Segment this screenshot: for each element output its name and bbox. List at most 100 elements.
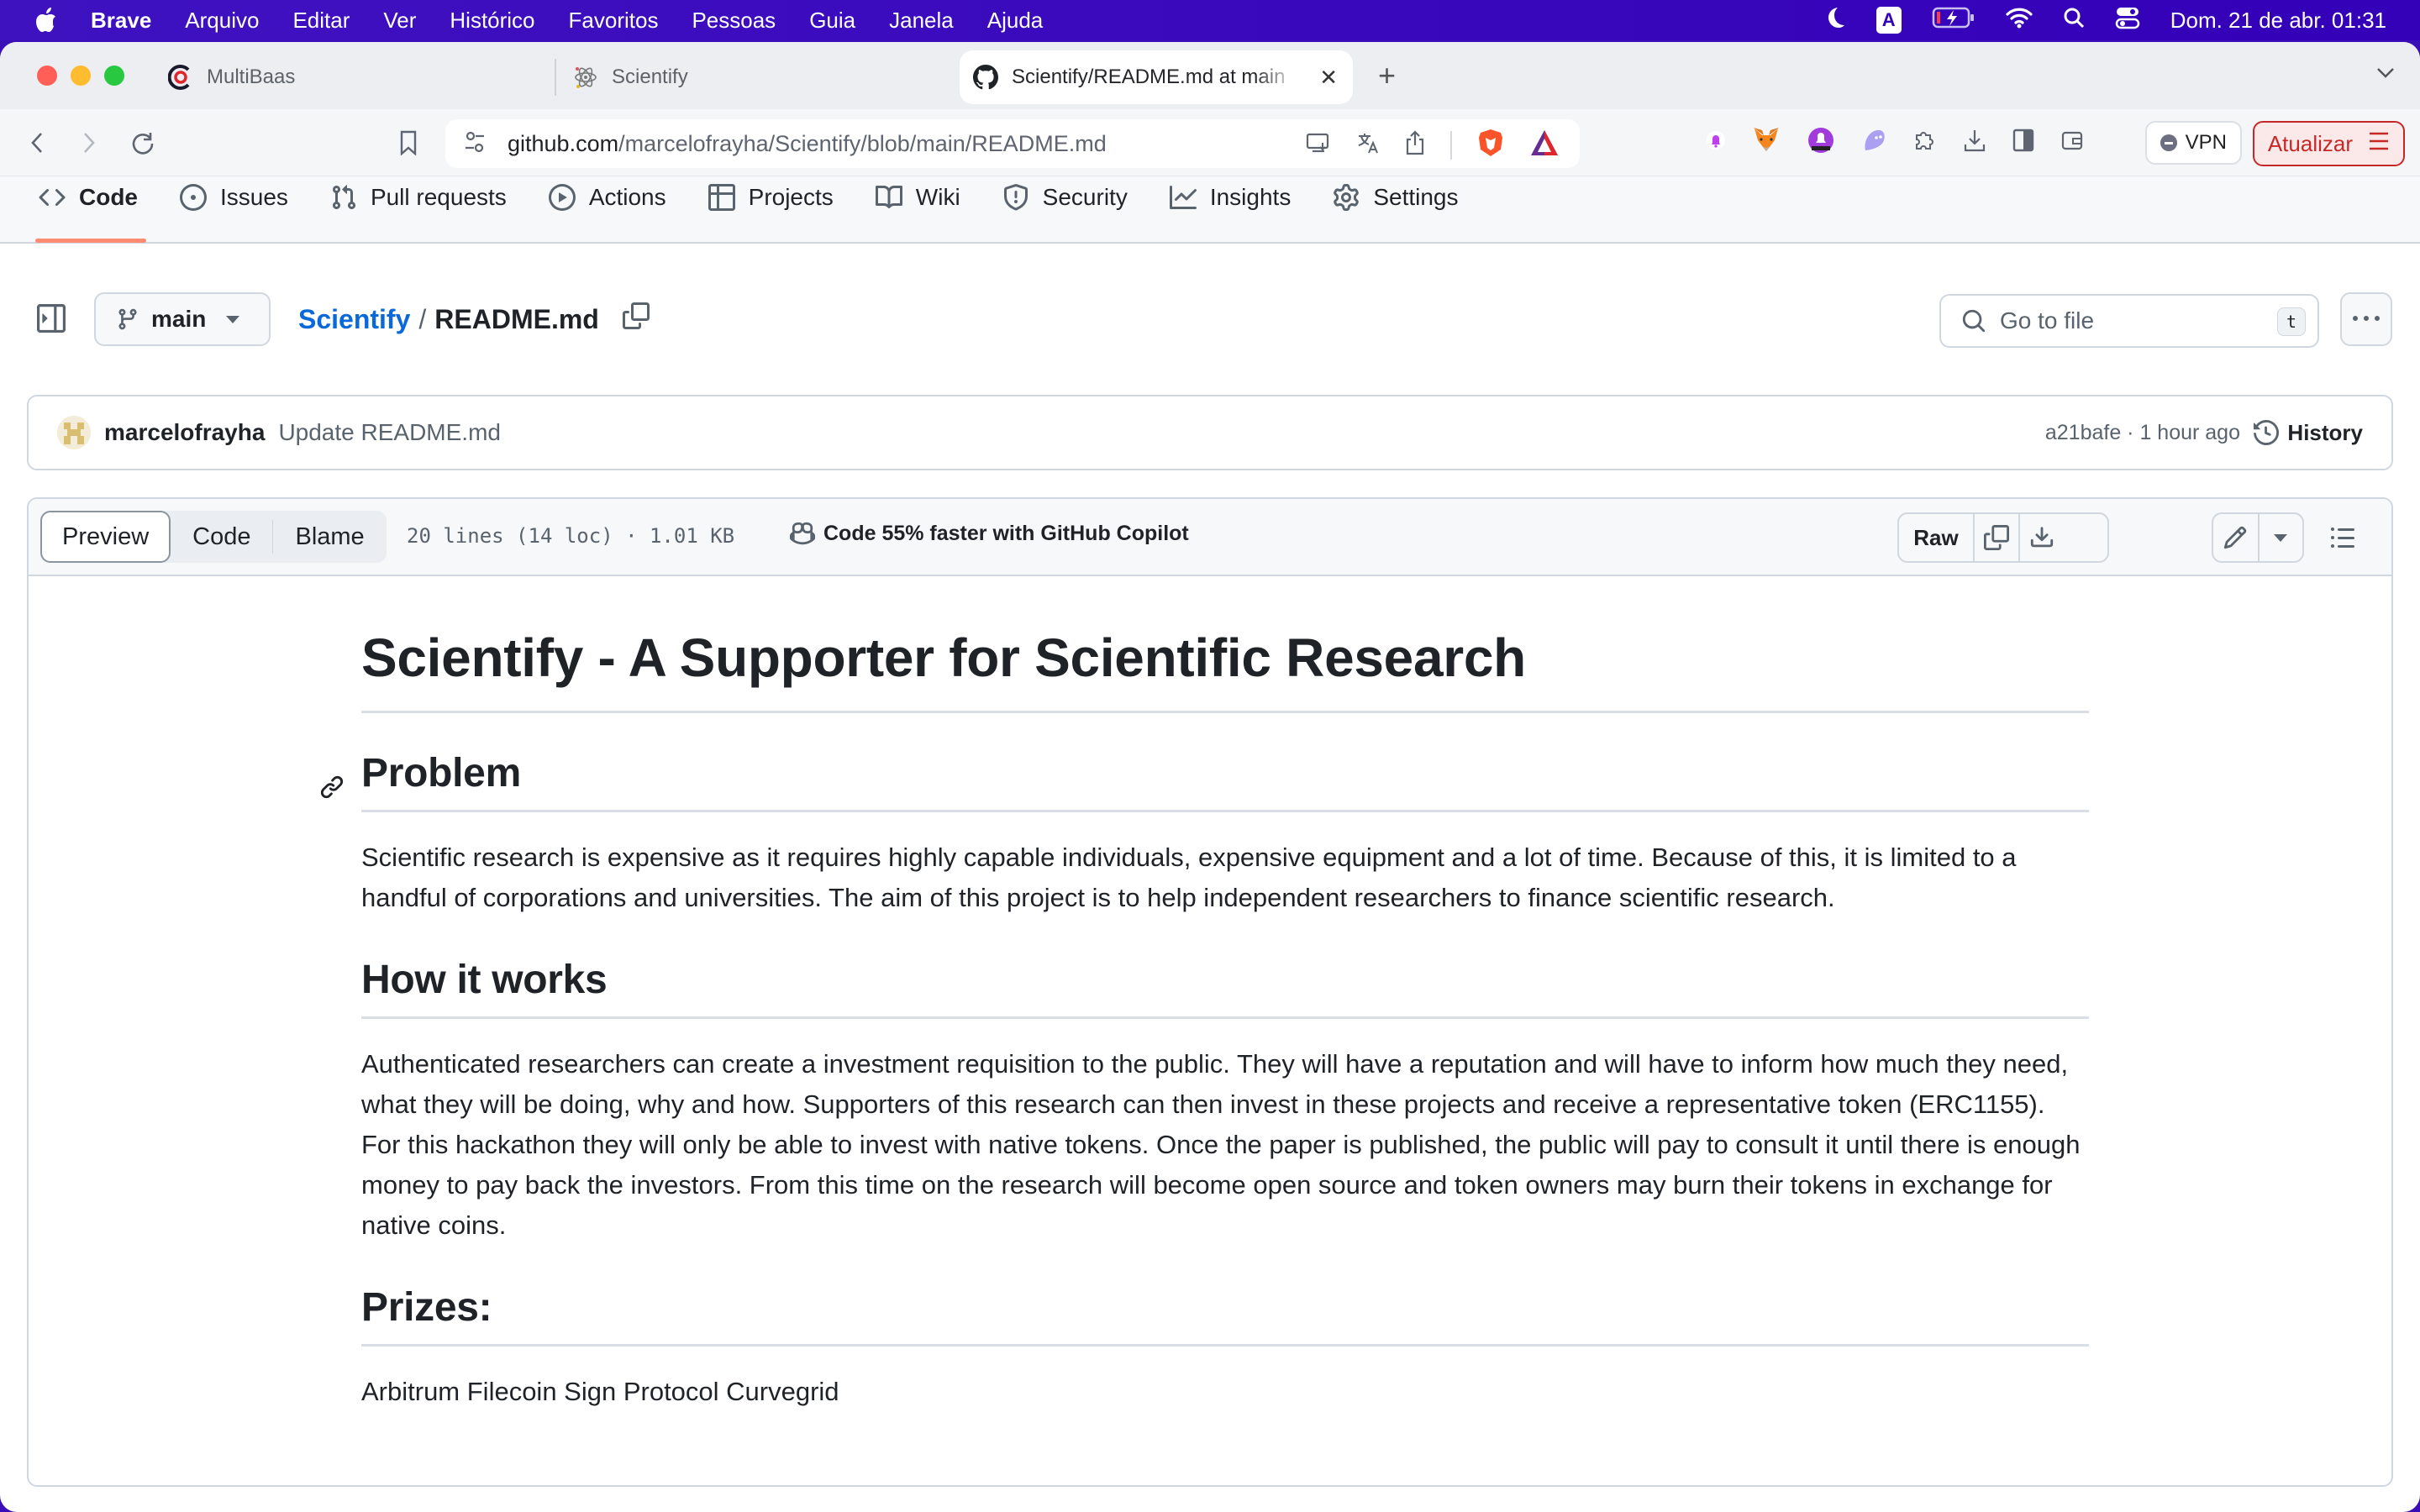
menu-janela[interactable]: Janela bbox=[889, 8, 954, 34]
bell-badge-extension-icon[interactable] bbox=[1807, 126, 1835, 159]
kebab-horizontal-icon bbox=[2353, 316, 2380, 321]
repo-tab-label: Code bbox=[79, 184, 138, 210]
close-tab-icon[interactable]: ✕ bbox=[1319, 65, 1338, 91]
menu-app-brave[interactable]: Brave bbox=[91, 8, 151, 34]
menu-guia[interactable]: Guia bbox=[809, 8, 855, 34]
repo-tab-code[interactable]: Code bbox=[35, 176, 146, 243]
raw-button-cell[interactable]: Raw bbox=[1899, 514, 1973, 561]
branch-selector[interactable]: main bbox=[94, 292, 271, 346]
repo-tab-issues[interactable]: Issues bbox=[180, 176, 288, 218]
wifi-icon[interactable] bbox=[2006, 7, 2033, 34]
history-button[interactable]: History bbox=[2254, 420, 2363, 446]
address-bar[interactable]: github.com/marcelofrayha/Scientify/blob/… bbox=[445, 119, 1580, 168]
repo-tab-insights[interactable]: Insights bbox=[1169, 176, 1291, 218]
heading-text: Problem bbox=[361, 751, 521, 795]
edit-options-dropdown[interactable] bbox=[2257, 514, 2302, 561]
forward-button[interactable] bbox=[74, 128, 104, 158]
ghost-extension-icon[interactable] bbox=[1860, 127, 1887, 158]
url-path: /marcelofrayha/Scientify/blob/main/READM… bbox=[618, 130, 1107, 156]
sidebar-toggle-icon[interactable] bbox=[2012, 128, 2035, 157]
menu-arquivo[interactable]: Arquivo bbox=[185, 8, 259, 34]
search-icon bbox=[1962, 309, 1986, 333]
history-label: History bbox=[2287, 419, 2363, 445]
vpn-button[interactable]: VPN bbox=[2144, 121, 2242, 165]
extensions-puzzle-icon[interactable] bbox=[1912, 128, 1938, 157]
repo-tab-pull-requests[interactable]: Pull requests bbox=[330, 176, 507, 218]
repo-tab-projects[interactable]: Projects bbox=[708, 176, 834, 218]
menubar-clock[interactable]: Dom. 21 de abr. 01:31 bbox=[2170, 8, 2386, 34]
brave-shields-icon[interactable] bbox=[1477, 128, 1504, 162]
downloads-icon[interactable] bbox=[1963, 128, 1986, 157]
copilot-icon bbox=[790, 522, 815, 545]
tab-multibaas[interactable]: MultiBaas bbox=[168, 50, 546, 104]
view-preview-button[interactable]: Preview bbox=[40, 511, 171, 563]
battery-icon[interactable] bbox=[1932, 7, 1975, 34]
tab-label: Scientify/README.md at main bbox=[1012, 66, 1286, 88]
update-button[interactable]: Atualizar bbox=[2252, 121, 2405, 166]
issue-icon bbox=[180, 184, 207, 211]
repo-tab-wiki[interactable]: Wiki bbox=[875, 176, 960, 218]
copy-raw-button[interactable] bbox=[1973, 514, 2018, 561]
repo-tab-label: Wiki bbox=[915, 184, 960, 210]
close-window-button[interactable] bbox=[37, 66, 57, 86]
share-icon[interactable] bbox=[1405, 130, 1425, 160]
tab-readme-active[interactable]: Scientify/README.md at main ✕ bbox=[960, 50, 1353, 104]
file-info: 20 lines (14 loc) · 1.01 KB bbox=[407, 524, 735, 548]
apple-menu-icon[interactable] bbox=[35, 8, 59, 33]
menu-editar[interactable]: Editar bbox=[292, 8, 350, 34]
brave-rewards-icon[interactable] bbox=[1529, 129, 1560, 161]
input-source-indicator[interactable]: A bbox=[1876, 7, 1902, 34]
window-controls bbox=[37, 66, 124, 86]
repo-tab-security[interactable]: Security bbox=[1002, 176, 1128, 218]
tab-list-chevron-icon[interactable] bbox=[2376, 62, 2395, 84]
menu-pessoas[interactable]: Pessoas bbox=[692, 8, 776, 34]
go-to-file-input[interactable]: Go to file t bbox=[1939, 294, 2319, 348]
breadcrumb-file: README.md bbox=[434, 303, 599, 334]
site-settings-icon[interactable] bbox=[464, 130, 486, 158]
menu-historico[interactable]: Histórico bbox=[450, 8, 534, 34]
status-area: A Dom. 21 de abr. 01:31 bbox=[1826, 0, 2386, 40]
download-raw-button[interactable] bbox=[2018, 514, 2064, 561]
bookmark-button[interactable] bbox=[393, 128, 424, 158]
copilot-promo-link[interactable]: Code 55% faster with GitHub Copilot bbox=[790, 521, 1189, 546]
view-code-button[interactable]: Code bbox=[171, 511, 272, 563]
expand-file-tree-button[interactable] bbox=[37, 304, 66, 337]
go-to-file-placeholder: Go to file bbox=[2000, 307, 2095, 333]
cast-icon[interactable] bbox=[1306, 132, 1331, 158]
url-text[interactable]: github.com/marcelofrayha/Scientify/blob/… bbox=[508, 131, 1107, 157]
menu-ver[interactable]: Ver bbox=[383, 8, 416, 34]
repo-tab-settings[interactable]: Settings bbox=[1333, 176, 1459, 218]
heading-link-icon[interactable] bbox=[319, 764, 345, 810]
new-tab-button[interactable]: + bbox=[1378, 59, 1396, 92]
section-heading-prizes: Prizes: bbox=[361, 1284, 2089, 1347]
back-button[interactable] bbox=[22, 128, 52, 158]
translate-icon[interactable] bbox=[1356, 131, 1380, 159]
view-blame-button[interactable]: Blame bbox=[273, 511, 386, 563]
edit-file-button[interactable] bbox=[2213, 514, 2258, 561]
notification-bell-extension-icon[interactable] bbox=[1706, 128, 1726, 157]
copy-path-icon[interactable] bbox=[622, 302, 650, 336]
repo-tab-actions[interactable]: Actions bbox=[548, 176, 666, 218]
section-heading-how-it-works: How it works bbox=[361, 957, 2089, 1019]
commit-meta[interactable]: a21bafe · 1 hour ago bbox=[2045, 421, 2240, 445]
more-options-button[interactable] bbox=[2340, 292, 2392, 346]
copilot-promo-text: Code 55% faster with GitHub Copilot bbox=[823, 521, 1189, 545]
focus-moon-icon[interactable] bbox=[1826, 6, 1846, 35]
metamask-fox-icon[interactable] bbox=[1751, 126, 1781, 159]
view-mode-segmented-control: Preview Code Blame bbox=[40, 511, 387, 563]
tab-scientify[interactable]: Scientify bbox=[555, 59, 950, 96]
zoom-window-button[interactable] bbox=[104, 66, 124, 86]
outline-toggle-button[interactable] bbox=[2329, 524, 2356, 555]
wallet-icon[interactable] bbox=[2060, 129, 2084, 156]
breadcrumb-repo-link[interactable]: Scientify bbox=[298, 304, 410, 335]
menu-ajuda[interactable]: Ajuda bbox=[987, 8, 1044, 34]
avatar[interactable] bbox=[57, 416, 91, 449]
minimize-window-button[interactable] bbox=[71, 66, 91, 86]
commit-author[interactable]: marcelofrayha bbox=[104, 419, 265, 446]
reload-button[interactable] bbox=[128, 128, 158, 158]
menu-favoritos[interactable]: Favoritos bbox=[569, 8, 659, 34]
spotlight-search-icon[interactable] bbox=[2063, 7, 2085, 34]
commit-message[interactable]: Update README.md bbox=[278, 419, 501, 446]
control-center-icon[interactable] bbox=[2115, 6, 2140, 35]
branch-name: main bbox=[151, 306, 207, 332]
